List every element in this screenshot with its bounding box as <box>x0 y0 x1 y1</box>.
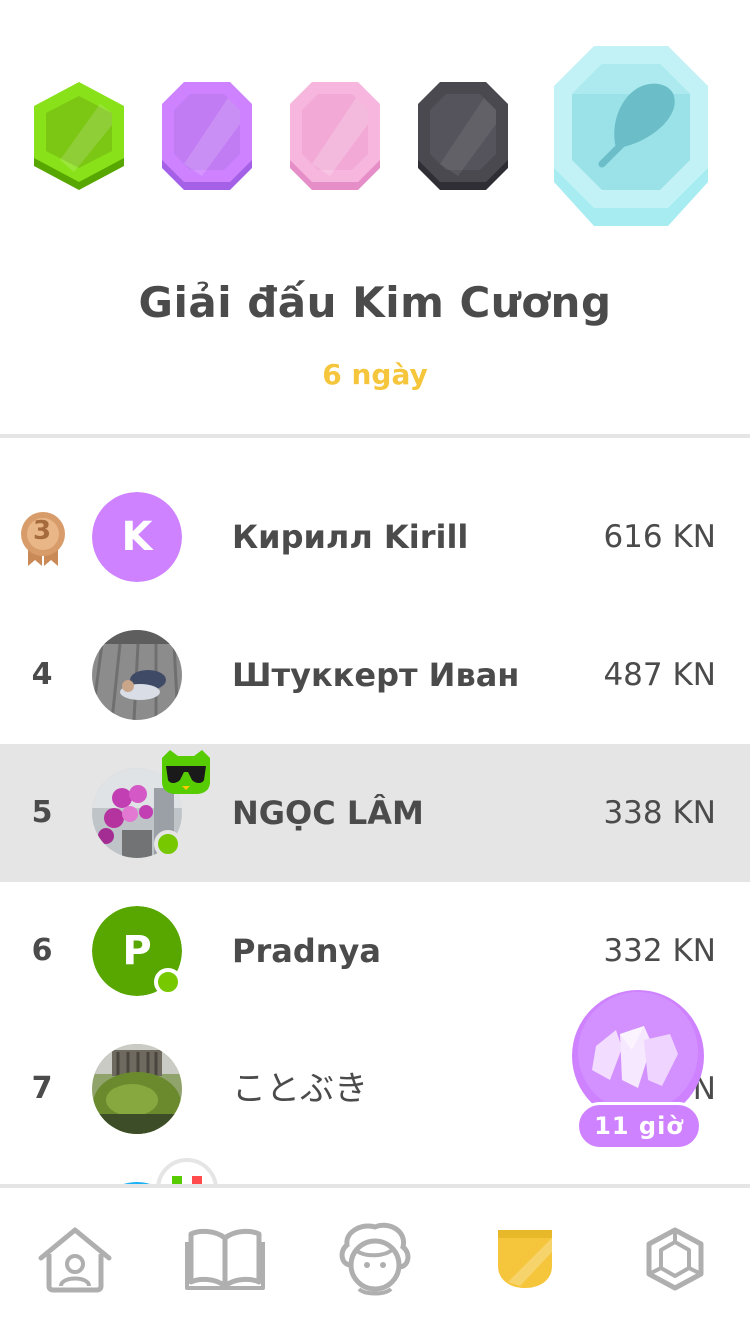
diamond-league-icon[interactable] <box>550 42 712 232</box>
owl-sunglasses-icon <box>162 750 210 794</box>
avatar[interactable]: K <box>92 492 182 582</box>
rank-number: 5 <box>31 795 53 830</box>
italy-flag-icon <box>172 1176 202 1186</box>
user-name: Штуккерт Иван <box>232 656 520 694</box>
leaderboard-row-partial[interactable] <box>0 1158 750 1186</box>
online-indicator <box>154 830 182 858</box>
user-xp: 616 KN <box>603 519 716 555</box>
dark-league-icon[interactable] <box>414 80 512 194</box>
user-xp: 487 KN <box>603 657 716 693</box>
green-league-icon[interactable] <box>30 80 128 194</box>
bottom-tabbar <box>0 1188 750 1334</box>
pink-league-icon[interactable] <box>286 80 384 194</box>
avatar-photo[interactable] <box>92 630 182 720</box>
shield-icon <box>498 1230 552 1288</box>
league-icons <box>0 0 750 240</box>
photo-mossy-ruin-image <box>92 1044 182 1134</box>
user-name: ことぶき <box>232 1069 368 1109</box>
chest-timer: 11 giờ <box>576 1102 702 1150</box>
tab-shop[interactable] <box>630 1214 720 1304</box>
photo-wooden-deck-image <box>92 630 182 720</box>
character-icon <box>339 1222 411 1296</box>
home-icon <box>38 1227 112 1293</box>
league-title: Giải đấu Kim Cương <box>138 278 612 327</box>
leaderboard-row[interactable]: 4 Штуккерт Иван 487 KN <box>0 606 750 744</box>
rank-number: 3 <box>32 516 52 546</box>
rank-number: 4 <box>31 657 53 692</box>
purple-league-icon[interactable] <box>158 80 256 194</box>
league-days-left: 6 ngày <box>322 358 428 391</box>
tab-stories[interactable] <box>180 1214 270 1304</box>
book-icon <box>185 1228 265 1290</box>
crystal-chest[interactable]: 11 giờ <box>566 990 712 1155</box>
avatar-letter: K <box>92 492 182 582</box>
leaderboard-row-current-user[interactable]: 5 NGỌC LÂM 338 KN <box>0 744 750 882</box>
rank-number: 6 <box>31 933 53 968</box>
leaderboard-row[interactable]: 3 K Кирилл Kirill 616 KN <box>0 468 750 606</box>
tab-profile[interactable] <box>330 1214 420 1304</box>
user-name: Pradnya <box>232 932 381 970</box>
hexagon-icon <box>646 1227 704 1291</box>
avatar-photo[interactable] <box>92 1044 182 1134</box>
rank-number: 7 <box>31 1071 53 1106</box>
user-xp: 338 KN <box>603 795 716 831</box>
user-name: NGỌC LÂM <box>232 794 424 832</box>
tab-leaderboards[interactable] <box>480 1214 570 1304</box>
flag-badge <box>156 1158 218 1186</box>
user-name: Кирилл Kirill <box>232 518 469 556</box>
online-indicator <box>154 968 182 996</box>
crystal-chest-icon <box>572 990 704 1122</box>
league-header: Giải đấu Kim Cương 6 ngày <box>0 0 750 436</box>
tab-home[interactable] <box>30 1214 120 1304</box>
